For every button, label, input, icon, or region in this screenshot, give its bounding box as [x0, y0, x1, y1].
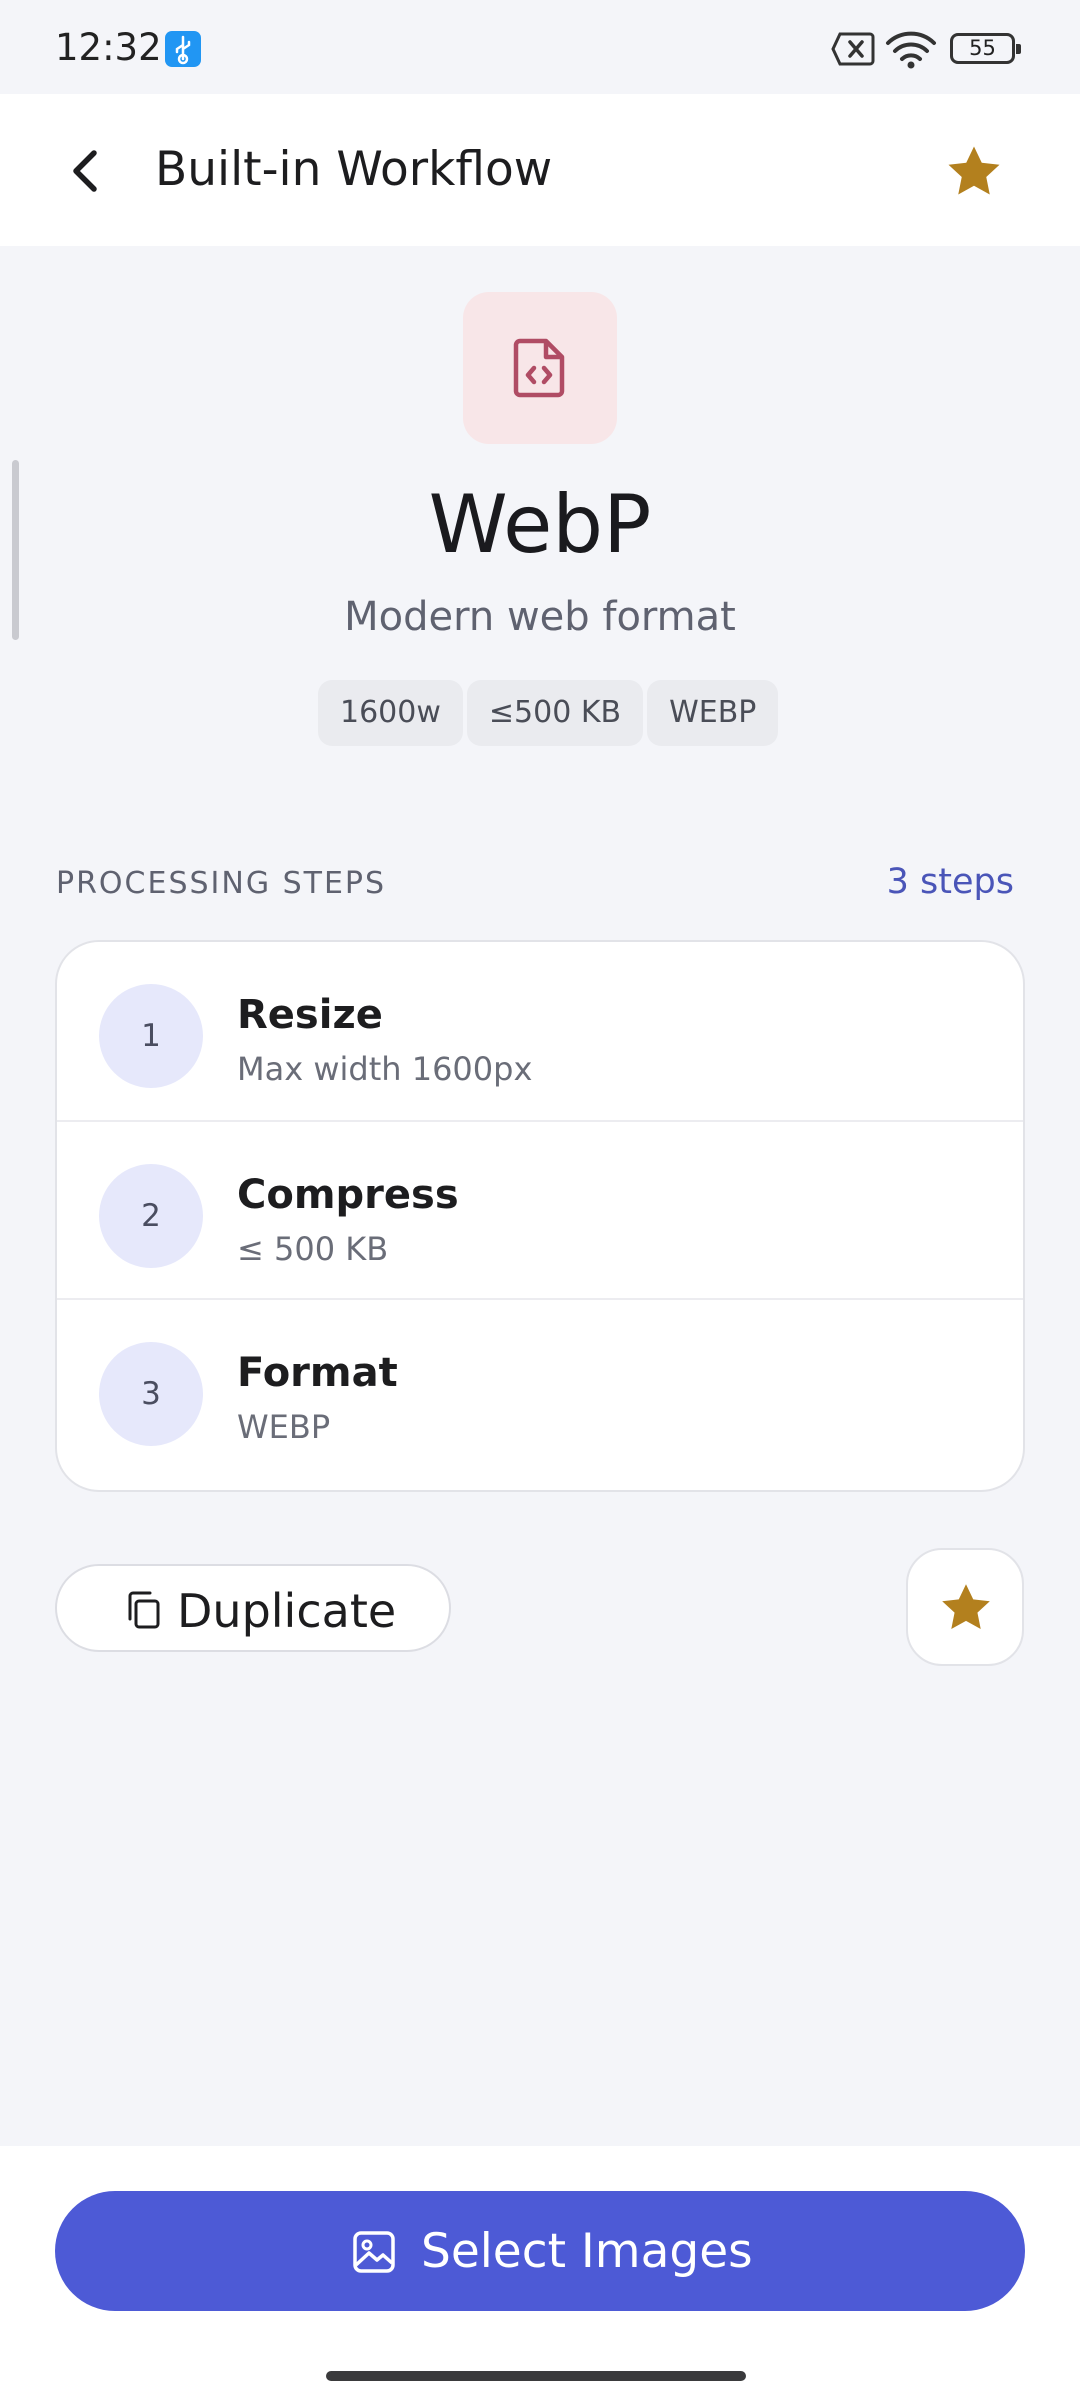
favorite-button[interactable]	[944, 142, 1004, 202]
chip-format: WEBP	[647, 680, 779, 746]
steps-card: 1 Resize Max width 1600px 2 Compress ≤ 5…	[55, 940, 1025, 1492]
app-bar: Built-in Workflow	[0, 94, 1080, 246]
home-indicator[interactable]	[326, 2371, 746, 2381]
duplicate-label: Duplicate	[177, 1584, 397, 1638]
chip-size: 1600w	[318, 680, 463, 746]
battery-level: 55	[969, 36, 996, 60]
star-icon	[948, 146, 1000, 195]
section-label: PROCESSING STEPS	[56, 866, 387, 901]
select-images-button[interactable]: Select Images	[55, 2191, 1025, 2311]
arrow-left-icon	[73, 150, 97, 192]
copy-icon	[128, 1591, 160, 1629]
workflow-icon-tile	[463, 292, 617, 444]
step-detail: WEBP	[237, 1408, 331, 1446]
step-detail: ≤ 500 KB	[237, 1230, 389, 1268]
step-number: 3	[99, 1342, 203, 1446]
step-row: 3 Format WEBP	[57, 1298, 1023, 1476]
workflow-description: Modern web format	[344, 594, 736, 640]
page-title: Built-in Workflow	[155, 142, 553, 197]
step-number: 1	[99, 984, 203, 1088]
sim-none-icon	[831, 32, 875, 66]
back-button[interactable]	[52, 136, 122, 206]
steps-count: 3 steps	[886, 862, 1014, 902]
workflow-chips: 1600w ≤500 KB WEBP	[318, 680, 779, 746]
image-icon	[353, 2231, 395, 2273]
step-detail: Max width 1600px	[237, 1050, 533, 1088]
status-time: 12:32	[55, 26, 162, 69]
battery-icon: 55	[950, 33, 1021, 64]
step-number: 2	[99, 1164, 203, 1268]
star-icon	[942, 1584, 990, 1629]
select-images-label: Select Images	[421, 2224, 753, 2279]
status-bar: 12:32 55	[0, 0, 1080, 94]
step-row: 1 Resize Max width 1600px	[57, 942, 1023, 1120]
usb-debug-icon	[165, 31, 201, 67]
step-title: Format	[237, 1350, 398, 1396]
step-row: 2 Compress ≤ 500 KB	[57, 1120, 1023, 1298]
file-code-icon	[513, 338, 565, 398]
wifi-icon	[886, 31, 936, 69]
chip-filesize: ≤500 KB	[466, 680, 644, 746]
step-title: Resize	[237, 992, 383, 1038]
bottom-bar: Select Images	[0, 2146, 1080, 2400]
step-title: Compress	[237, 1172, 459, 1218]
favorite-toggle-button[interactable]	[906, 1548, 1024, 1666]
workflow-name: WebP	[428, 478, 652, 571]
duplicate-button[interactable]: Duplicate	[55, 1564, 451, 1652]
